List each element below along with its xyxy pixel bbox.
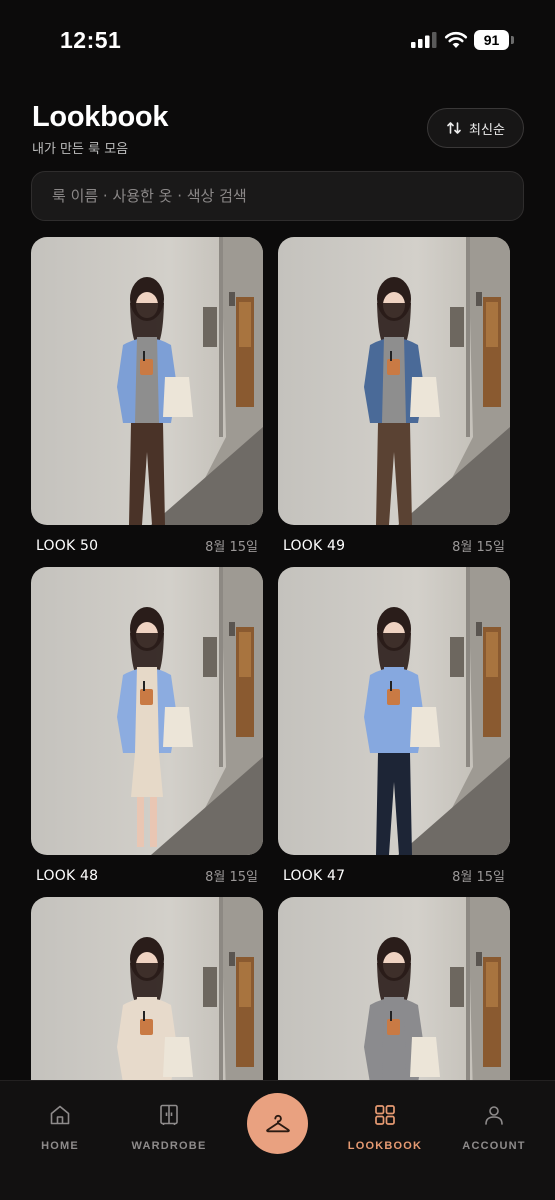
nav-label-account: ACCOUNT	[462, 1140, 526, 1152]
look-card[interactable]: LOOK 47 8월 15일	[278, 567, 510, 885]
lookbook-grid: LOOK 50 8월 15일 LOOK 49 8월 15일 LOOK 48 8월…	[31, 237, 510, 1080]
look-date: 8월 15일	[452, 870, 505, 885]
nav-item-wardrobe[interactable]: WARDROBE	[119, 1081, 219, 1171]
battery-icon: 91	[474, 30, 509, 50]
nav-label-lookbook: LOOKBOOK	[347, 1140, 423, 1152]
grid-icon	[375, 1105, 395, 1125]
status-bar: 12:51 91	[0, 0, 555, 82]
look-date: 8월 15일	[452, 540, 505, 555]
look-date: 8월 15일	[205, 540, 258, 555]
look-meta: LOOK 49 8월 15일	[278, 536, 510, 556]
bottom-nav: HOME WARDROBE LOOKBOOK ACCOUNT	[0, 1080, 555, 1200]
search-input[interactable]	[52, 187, 523, 205]
nav-label-wardrobe: WARDROBE	[131, 1140, 207, 1152]
look-name: LOOK 50	[36, 537, 99, 554]
look-card[interactable]	[278, 897, 510, 1080]
nav-item-lookbook[interactable]: LOOKBOOK	[335, 1081, 435, 1171]
search-box[interactable]	[31, 171, 524, 221]
sort-label: 최신순	[469, 122, 505, 138]
home-icon	[50, 1105, 70, 1125]
page-subtitle: 내가 만든 룩 모음	[32, 142, 129, 157]
cellular-signal-icon	[411, 32, 437, 48]
look-name: LOOK 49	[283, 537, 346, 554]
nav-label-home: HOME	[41, 1140, 79, 1152]
look-card[interactable]: LOOK 49 8월 15일	[278, 237, 510, 555]
look-photo	[278, 237, 510, 525]
wifi-icon	[444, 31, 468, 48]
sort-button[interactable]: 최신순	[427, 108, 524, 148]
hanger-icon	[265, 1114, 290, 1132]
wardrobe-icon	[160, 1104, 178, 1125]
look-meta: LOOK 48 8월 15일	[31, 866, 263, 886]
look-card[interactable]	[31, 897, 263, 1080]
status-time: 12:51	[60, 27, 122, 53]
nav-item-home[interactable]: HOME	[10, 1081, 110, 1171]
add-look-button[interactable]	[247, 1093, 308, 1154]
look-card[interactable]: LOOK 48 8월 15일	[31, 567, 263, 885]
look-name: LOOK 48	[36, 867, 99, 884]
look-meta: LOOK 50 8월 15일	[31, 536, 263, 556]
look-name: LOOK 47	[283, 867, 346, 884]
sort-arrows-icon	[447, 122, 461, 134]
look-photo	[31, 237, 263, 525]
look-date: 8월 15일	[205, 870, 258, 885]
page-title: Lookbook	[32, 101, 169, 133]
look-photo	[31, 567, 263, 855]
look-card[interactable]: LOOK 50 8월 15일	[31, 237, 263, 555]
look-photo	[278, 567, 510, 855]
look-photo	[31, 897, 263, 1080]
nav-item-account[interactable]: ACCOUNT	[444, 1081, 544, 1171]
look-photo	[278, 897, 510, 1080]
battery-cap	[511, 36, 514, 44]
user-icon	[485, 1106, 503, 1125]
look-meta: LOOK 47 8월 15일	[278, 866, 510, 886]
